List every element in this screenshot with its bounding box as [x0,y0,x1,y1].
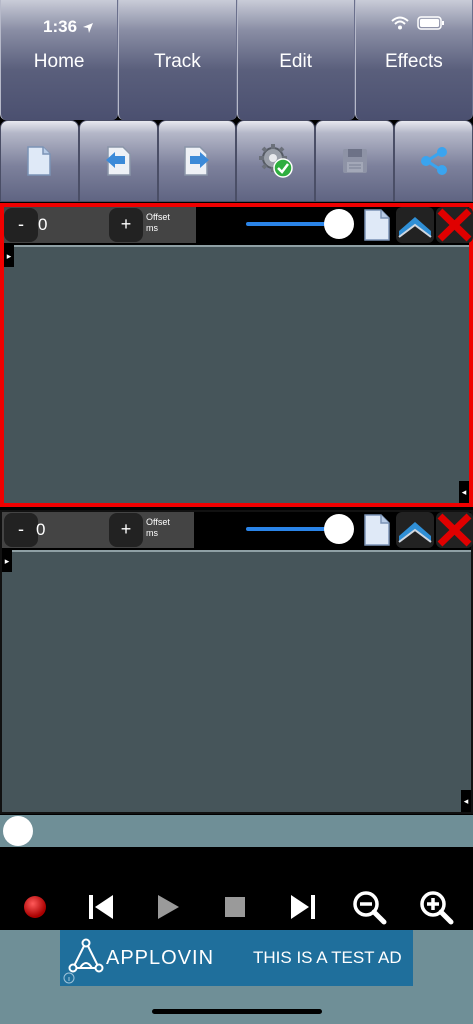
skip-back-icon [89,895,113,919]
track-2-offset-value[interactable]: 0 [36,520,45,540]
location-icon [82,22,93,33]
tab-track-label: Track [153,51,201,72]
track-1-end-marker[interactable]: ◂ [459,481,469,503]
track-1-offset-label: Offset ms [146,212,170,234]
track-2-offset-minus-button[interactable]: - [4,513,38,547]
track-2-volume-knob[interactable] [324,514,354,544]
offset-label-text: Offset [146,517,170,527]
wifi-icon [391,16,409,30]
track-1[interactable]: - 0 + Offset ms ▸ ◂ [0,203,473,507]
tab-edit-label: Edit [279,51,312,72]
track-1-volume-knob[interactable] [324,209,354,239]
track-2-end-marker[interactable]: ◂ [461,790,471,812]
zoom-in-icon [420,891,454,925]
track-2-offset-label: Offset ms [146,517,170,539]
timeline-scrubber[interactable] [0,815,473,847]
record-icon [24,896,46,918]
status-time-text: 1:36 [43,17,78,36]
track-2-collapse-button[interactable] [396,512,434,548]
tab-edit[interactable]: Edit [236,0,355,120]
track-1-offset-minus-button[interactable]: - [4,208,38,242]
save-icon [342,149,367,173]
offset-label-text: Offset [146,212,170,222]
home-indicator[interactable] [152,1009,322,1014]
export-button[interactable] [157,120,237,202]
save-button[interactable] [315,120,395,202]
track-1-waveform[interactable] [4,245,469,503]
tab-home-label: Home [33,51,85,72]
track-2-offset-plus-button[interactable]: + [109,513,143,547]
track-1-collapse-button[interactable] [396,207,434,243]
settings-button[interactable] [236,120,316,202]
track-1-offset-value[interactable]: 0 [38,215,47,235]
share-icon [420,147,447,175]
playhead-knob[interactable] [3,816,33,846]
track-2-header: - 0 + Offset ms [2,512,473,548]
track-1-offset-plus-button[interactable]: + [109,208,143,242]
record-button[interactable] [15,889,55,925]
track-2-offset-box: - 0 + Offset ms [2,512,194,548]
play-button[interactable] [148,889,188,925]
chevron-up-icon [398,522,432,543]
settings-check-icon [258,144,293,178]
toolbar [0,120,473,202]
offset-unit-text: ms [146,528,158,538]
stop-button[interactable] [215,889,255,925]
play-icon [158,895,179,919]
ad-banner[interactable]: APPLOVIN THIS IS A TEST AD [60,930,413,986]
stop-icon [225,897,245,917]
skip-forward-button[interactable] [283,889,323,925]
chevron-up-icon [398,217,432,238]
track-2-waveform[interactable] [2,550,471,812]
info-icon[interactable] [63,972,75,984]
offset-unit-text: ms [146,223,158,233]
tab-track[interactable]: Track [118,0,237,120]
track-2-start-marker[interactable]: ▸ [2,550,12,572]
zoom-in-button[interactable] [416,889,456,925]
import-button[interactable] [78,120,158,202]
track-2-file-icon[interactable] [360,514,394,546]
skip-back-button[interactable] [81,889,121,925]
skip-forward-icon [291,895,315,919]
close-icon [437,208,472,242]
track-1-offset-box: - 0 + Offset ms [4,207,196,243]
status-indicators [391,16,445,30]
export-icon [184,146,210,176]
import-icon [106,146,131,176]
track-1-delete-button[interactable] [436,207,473,243]
new-file-button[interactable] [0,120,79,202]
close-icon [437,513,472,547]
new-file-icon [27,146,52,176]
ad-text: THIS IS A TEST AD [253,948,402,967]
status-time: 1:36 [43,17,94,37]
track-1-file-icon[interactable] [360,209,394,241]
track-1-header: - 0 + Offset ms [4,207,473,243]
tab-effects-label: Effects [385,51,443,72]
share-button[interactable] [394,120,473,202]
zoom-out-icon [353,891,387,925]
battery-icon [417,16,444,30]
ad-brand: APPLOVIN [106,947,215,969]
zoom-out-button[interactable] [349,889,389,925]
track-2[interactable]: - 0 + Offset ms ▸ ◂ [0,510,473,814]
track-1-start-marker[interactable]: ▸ [4,245,14,267]
track-2-delete-button[interactable] [436,512,473,548]
